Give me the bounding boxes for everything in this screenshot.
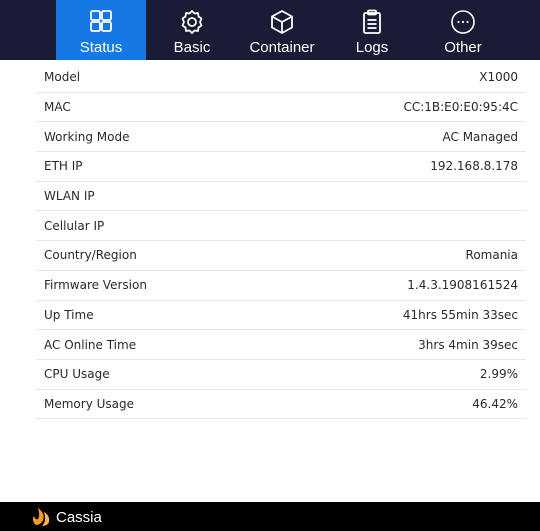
row-label: Model	[44, 70, 81, 85]
row-label: ETH IP	[44, 159, 83, 174]
row-cpu-usage: CPU Usage 2.99%	[36, 360, 526, 390]
more-icon	[448, 7, 478, 37]
row-label: CPU Usage	[44, 367, 110, 382]
row-value: 1.4.3.1908161524	[407, 278, 518, 293]
row-wlan-ip: WLAN IP	[36, 182, 526, 212]
row-value: AC Managed	[442, 129, 518, 144]
row-label: WLAN IP	[44, 189, 95, 204]
row-ac-online-time: AC Online Time 3hrs 4min 39sec	[36, 330, 526, 360]
clipboard-icon	[357, 7, 387, 37]
tab-basic-label: Basic	[173, 39, 211, 56]
brand-name: Cassia	[56, 509, 102, 526]
tab-container[interactable]: Container	[244, 0, 320, 60]
row-up-time: Up Time 41hrs 55min 33sec	[36, 301, 526, 331]
row-value: 192.168.8.178	[430, 159, 518, 174]
row-label: Firmware Version	[44, 278, 147, 293]
tab-other[interactable]: Other	[432, 0, 494, 60]
cube-icon	[267, 7, 297, 37]
tab-status-label: Status	[79, 39, 123, 56]
row-mac: MAC CC:1B:E0:E0:95:4C	[36, 93, 526, 123]
row-firmware-version: Firmware Version 1.4.3.1908161524	[36, 271, 526, 301]
footer-bar: Cassia	[0, 502, 540, 531]
tab-logs-label: Logs	[355, 39, 389, 56]
row-label: Cellular IP	[44, 218, 105, 233]
row-label: Memory Usage	[44, 396, 135, 411]
status-list: Model X1000 MAC CC:1B:E0:E0:95:4C Workin…	[36, 63, 526, 420]
gear-icon	[177, 7, 207, 37]
row-working-mode: Working Mode AC Managed	[36, 122, 526, 153]
top-navigation: Status Basic Container Logs Other	[0, 0, 540, 60]
row-label: MAC	[44, 100, 71, 115]
row-memory-usage: Memory Usage 46.42%	[36, 390, 526, 420]
tab-container-label: Container	[249, 39, 315, 56]
row-country-region: Country/Region Romania	[36, 241, 526, 271]
row-value: 3hrs 4min 39sec	[418, 337, 518, 352]
row-model: Model X1000	[36, 63, 526, 93]
row-label: Working Mode	[44, 129, 130, 144]
row-value: 46.42%	[472, 396, 518, 411]
row-value: Romania	[465, 248, 518, 263]
row-value: CC:1B:E0:E0:95:4C	[403, 100, 518, 115]
row-cellular-ip: Cellular IP	[36, 211, 526, 242]
row-value: 41hrs 55min 33sec	[402, 307, 518, 322]
row-label: AC Online Time	[44, 337, 137, 352]
tab-other-label: Other	[444, 39, 482, 56]
row-value: 2.99%	[479, 367, 518, 382]
row-label: Up Time	[44, 307, 94, 322]
tab-status[interactable]: Status	[56, 0, 146, 60]
cassia-flame-icon	[30, 506, 52, 528]
row-eth-ip: ETH IP 192.168.8.178	[36, 152, 526, 182]
tab-basic[interactable]: Basic	[160, 0, 224, 60]
row-label: Country/Region	[44, 248, 137, 263]
row-value: X1000	[479, 70, 518, 85]
grid-icon	[86, 7, 116, 37]
tab-logs[interactable]: Logs	[350, 0, 394, 60]
